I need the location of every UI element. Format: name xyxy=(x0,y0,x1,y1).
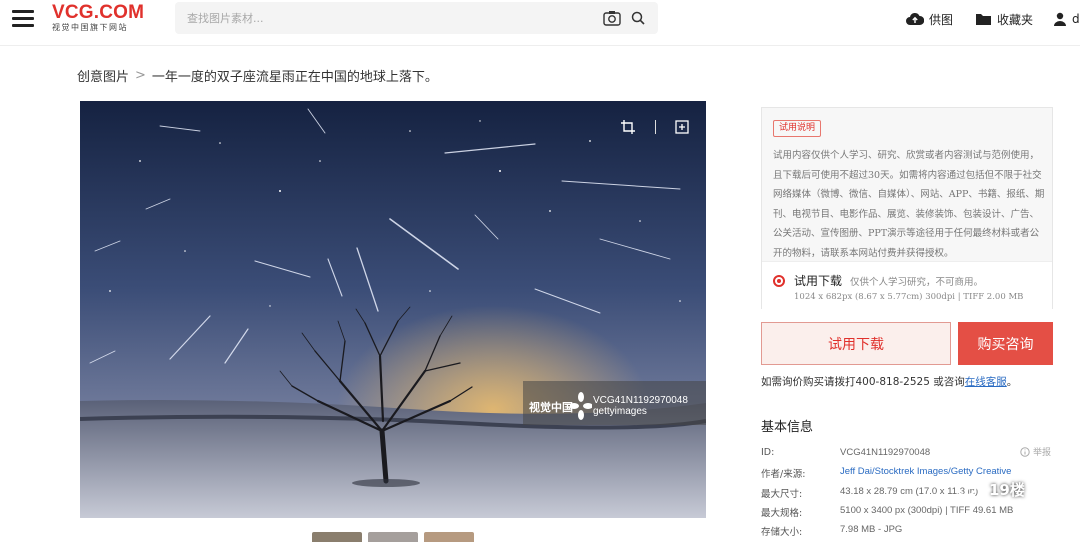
breadcrumb-current: 一年一度的双子座流星雨正在中国的地球上落下。 xyxy=(151,70,438,85)
info-label: ID: xyxy=(761,447,775,458)
camera-search-icon[interactable] xyxy=(603,10,621,26)
info-label: 最大规格: xyxy=(761,508,803,519)
info-icon xyxy=(1020,446,1030,457)
main-photo[interactable]: 视觉中国 VCG41N1192970048 gettyimages xyxy=(80,101,706,518)
thumbnail[interactable] xyxy=(424,532,474,542)
radio-selected-icon[interactable] xyxy=(773,275,785,287)
breadcrumb: 创意图片 > 一年一度的双子座流星雨正在中国的地球上落下。 xyxy=(77,66,438,85)
info-value: VCG41N1192970048 xyxy=(840,447,931,458)
forum-watermark-text: 19楼 xyxy=(989,480,1025,499)
nav-supply[interactable]: 供图 xyxy=(906,10,953,28)
logo-text: VCG.COM xyxy=(52,2,145,23)
crop-icon[interactable] xyxy=(618,117,638,137)
hamburger-menu-icon[interactable] xyxy=(12,10,34,28)
online-support-link[interactable]: 在线客服 xyxy=(965,376,1007,388)
report-button[interactable]: 举报 xyxy=(1020,445,1051,458)
info-label: 最大尺寸: xyxy=(761,489,803,500)
thumbnail[interactable] xyxy=(312,532,362,542)
trial-notice-badge: 试用说明 xyxy=(773,120,822,137)
trial-download-button[interactable]: 试用下载 xyxy=(761,322,951,365)
search-bar xyxy=(175,2,658,34)
search-input[interactable] xyxy=(187,9,587,27)
option-spec: 1024 x 682px (8.67 x 5.77cm) 300dpi | TI… xyxy=(794,292,1024,302)
nav-supply-label: 供图 xyxy=(929,12,954,27)
thumbnail[interactable] xyxy=(368,532,418,542)
thumbnail-strip xyxy=(312,532,480,542)
trial-download-option[interactable]: 试用下载 仅供个人学习研究，不可商用。 1024 x 682px (8.67 x… xyxy=(762,261,1052,309)
search-icon[interactable] xyxy=(630,10,646,26)
info-value: 7.98 MB - JPG xyxy=(840,524,903,535)
site-logo[interactable]: VCG.COM 视觉中国旗下网站 xyxy=(52,2,145,35)
photo-toolbar xyxy=(618,115,692,139)
basic-info-title: 基本信息 xyxy=(761,420,814,435)
toolbar-divider xyxy=(654,120,656,134)
info-row-max-spec: 最大规格: 5100 x 3400 px (300dpi) | TIFF 49.… xyxy=(761,505,1013,519)
top-bar: VCG.COM 视觉中国旗下网站 供图 收藏夹 d xyxy=(0,0,1080,46)
add-to-favorites-icon[interactable] xyxy=(672,117,692,137)
nav-user[interactable]: d xyxy=(1053,10,1080,28)
watermark-getty: gettyimages xyxy=(593,406,647,417)
purchase-hint: 如需询价购买请拨打400-818-2525 或咨询在线客服。 xyxy=(761,374,1017,389)
report-label: 举报 xyxy=(1033,448,1052,458)
info-row-storage: 存储大小: 7.98 MB - JPG xyxy=(761,524,902,538)
cloud-upload-icon xyxy=(906,12,924,25)
breadcrumb-root[interactable]: 创意图片 xyxy=(77,66,129,85)
user-icon xyxy=(1054,12,1066,26)
vcg-flower-icon xyxy=(570,392,592,420)
watermark-id: VCG41N1192970048 xyxy=(593,395,688,406)
logo-subtitle: 视觉中国旗下网站 xyxy=(52,23,128,32)
hint-text: 如需询价购买请拨打400-818-2525 或咨询 xyxy=(761,376,965,388)
option-title: 试用下载 xyxy=(794,274,843,288)
buy-consult-button[interactable]: 购买咨询 xyxy=(958,322,1053,365)
option-note: 仅供个人学习研究，不可商用。 xyxy=(850,277,984,288)
info-row-id: ID: VCG41N1192970048 xyxy=(761,447,930,458)
forum-watermark: 19楼 xyxy=(955,478,1025,500)
info-label: 存储大小: xyxy=(761,527,803,538)
info-label: 作者/来源: xyxy=(761,469,806,480)
info-value: 5100 x 3400 px (300dpi) | TIFF 49.61 MB xyxy=(840,505,1014,516)
watermark-logo: 视觉中国 xyxy=(529,401,573,414)
nav-favorites-label: 收藏夹 xyxy=(997,12,1034,27)
trial-description: 试用内容仅供个人学习、研究、欣赏或者内容测试与范例使用，且下载后可使用不超过30… xyxy=(773,150,1045,259)
breadcrumb-separator: > xyxy=(135,68,146,83)
nav-favorites[interactable]: 收藏夹 xyxy=(975,10,1033,28)
meteor-shower-image xyxy=(80,101,706,518)
info-row-max-size: 最大尺寸: 43.18 x 28.79 cm (17.0 x 11.3 in) xyxy=(761,486,978,500)
license-panel: 试用说明 试用内容仅供个人学习、研究、欣赏或者内容测试与范例使用，且下载后可使用… xyxy=(761,107,1053,309)
hint-end: 。 xyxy=(1006,376,1018,388)
wechat-icon xyxy=(955,478,984,500)
folder-icon xyxy=(976,14,991,25)
nav-user-label: d xyxy=(1072,12,1080,26)
